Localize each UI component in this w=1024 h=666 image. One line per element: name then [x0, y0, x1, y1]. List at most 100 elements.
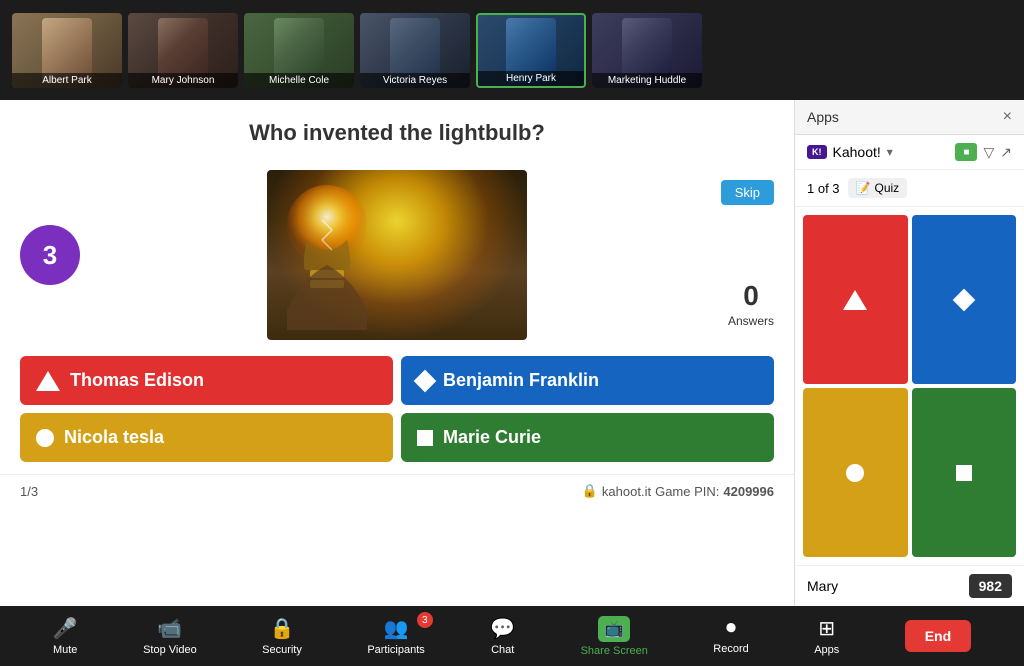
color-cell-yellow[interactable] [803, 388, 908, 557]
participants-badge: 3 [417, 612, 433, 628]
kahoot-brand: K! Kahoot! ▾ [807, 144, 893, 160]
participant-name-henry: Henry Park [478, 71, 584, 86]
video-thumb-mary[interactable]: Mary Johnson [128, 13, 238, 88]
participant-name-michelle: Michelle Cole [244, 73, 354, 88]
record-label: Record [713, 643, 748, 655]
kahoot-controls: ■ ▽ ↗ [955, 143, 1012, 161]
answer-text-marie: Marie Curie [443, 427, 541, 448]
timer-circle: 3 [20, 225, 80, 285]
answer-button-marie[interactable]: Marie Curie [401, 413, 774, 462]
game-pin: 4209996 [723, 484, 774, 499]
quiz-label: Quiz [874, 181, 899, 195]
video-bar: Albert Park Mary Johnson Michelle Cole V… [0, 0, 1024, 100]
toolbar-item-security[interactable]: 🔒 Security [262, 616, 302, 656]
cell-triangle-icon [843, 290, 867, 310]
share-screen-icon: 📺 [598, 616, 630, 642]
chat-label: Chat [491, 644, 514, 656]
kahoot-name: Kahoot! [833, 144, 881, 160]
game-panel: Who invented the lightbulb? 3 [0, 100, 794, 606]
apps-icon: ⊞ [818, 616, 835, 641]
security-label: Security [262, 644, 302, 656]
color-cell-green[interactable] [912, 388, 1017, 557]
question-section: Who invented the lightbulb? [0, 100, 794, 170]
security-icon: 🔒 [270, 616, 295, 641]
video-thumb-michelle[interactable]: Michelle Cole [244, 13, 354, 88]
apps-panel-title: Apps [807, 109, 839, 125]
toolbar-item-apps[interactable]: ⊞ Apps [814, 616, 839, 656]
kahoot-quiz-bar: 1 of 3 📝 Quiz [795, 170, 1024, 207]
circle-icon [36, 429, 54, 447]
video-thumb-victoria[interactable]: Victoria Reyes [360, 13, 470, 88]
close-icon[interactable]: × [1003, 108, 1012, 126]
toolbar-item-share-screen[interactable]: 📺 Share Screen [581, 616, 648, 657]
answer-button-thomas[interactable]: Thomas Edison [20, 356, 393, 405]
cell-circle-icon [846, 464, 864, 482]
cell-diamond-icon [952, 288, 975, 311]
cell-square-icon [956, 465, 972, 481]
answers-grid: Thomas Edison Benjamin Franklin Nicola t… [0, 344, 794, 474]
answers-count-container: 0 Answers [728, 280, 774, 330]
color-grid [795, 207, 1024, 565]
participant-name-victoria: Victoria Reyes [360, 73, 470, 88]
answer-text-nicola: Nicola tesla [64, 427, 164, 448]
stop-video-label: Stop Video [143, 644, 197, 656]
quiz-counter: 1 of 3 [807, 181, 840, 196]
main-area: Who invented the lightbulb? 3 [0, 100, 1024, 606]
lightbulb-image [267, 170, 527, 340]
lock-icon: 🔒 [582, 483, 598, 499]
video-icon: 📹 [157, 616, 182, 641]
filter-icon[interactable]: ▽ [983, 144, 994, 161]
dropdown-icon[interactable]: ▾ [887, 145, 893, 159]
color-cell-blue[interactable] [912, 215, 1017, 384]
toolbar: 🎤 Mute 📹 Stop Video 🔒 Security 👥 3 Parti… [0, 606, 1024, 666]
apps-label: Apps [814, 644, 839, 656]
color-cell-red[interactable] [803, 215, 908, 384]
answer-text-benjamin: Benjamin Franklin [443, 370, 599, 391]
end-button[interactable]: End [905, 620, 971, 652]
page-indicator: 1/3 [20, 484, 38, 499]
quiz-badge: 📝 Quiz [848, 178, 908, 198]
chat-icon: 💬 [490, 616, 515, 641]
video-thumb-marketing[interactable]: Marketing Huddle [592, 13, 702, 88]
answer-button-nicola[interactable]: Nicola tesla [20, 413, 393, 462]
video-thumb-henry[interactable]: Henry Park [476, 13, 586, 88]
answer-text-thomas: Thomas Edison [70, 370, 204, 391]
game-footer: 1/3 🔒 kahoot.it Game PIN: 4209996 [0, 474, 794, 507]
mute-label: Mute [53, 644, 77, 656]
question-text: Who invented the lightbulb? [24, 120, 770, 146]
kahoot-url: kahoot.it [602, 484, 651, 499]
square-icon [417, 430, 433, 446]
player-score: 982 [969, 574, 1012, 598]
apps-panel: Apps × K! Kahoot! ▾ ■ ▽ ↗ 1 of 3 [794, 100, 1024, 606]
answers-number: 0 [728, 280, 774, 312]
record-icon: ⏺ [726, 617, 736, 640]
toolbar-item-mute[interactable]: 🎤 Mute [53, 616, 78, 656]
video-thumb-albert[interactable]: Albert Park [12, 13, 122, 88]
ctrl-green-button[interactable]: ■ [955, 143, 977, 161]
answer-button-benjamin[interactable]: Benjamin Franklin [401, 356, 774, 405]
score-bar: Mary 982 [795, 565, 1024, 606]
question-content: 3 [0, 170, 794, 340]
game-pin-label: Game PIN: [655, 484, 719, 499]
skip-button[interactable]: Skip [721, 180, 774, 205]
toolbar-item-stop-video[interactable]: 📹 Stop Video [143, 616, 197, 656]
participant-name-mary: Mary Johnson [128, 73, 238, 88]
toolbar-item-participants[interactable]: 👥 3 Participants [367, 616, 424, 656]
toolbar-item-chat[interactable]: 💬 Chat [490, 616, 515, 656]
quiz-emoji: 📝 [856, 181, 871, 195]
kahoot-subheader: K! Kahoot! ▾ ■ ▽ ↗ [795, 135, 1024, 170]
diamond-icon [414, 369, 437, 392]
lightbulb-svg [267, 170, 387, 330]
app-container: Albert Park Mary Johnson Michelle Cole V… [0, 0, 1024, 666]
kahoot-info: 🔒 kahoot.it Game PIN: 4209996 [582, 483, 774, 499]
toolbar-item-record[interactable]: ⏺ Record [713, 617, 748, 655]
apps-panel-header: Apps × [795, 100, 1024, 135]
ctrl-icon: ■ [963, 147, 969, 158]
share-screen-label: Share Screen [581, 645, 648, 657]
answers-label: Answers [728, 314, 774, 328]
participant-name-marketing: Marketing Huddle [592, 73, 702, 88]
external-link-icon[interactable]: ↗ [1000, 144, 1012, 161]
player-name: Mary [807, 578, 969, 594]
participant-name-albert: Albert Park [12, 73, 122, 88]
participants-icon: 👥 [384, 616, 409, 641]
